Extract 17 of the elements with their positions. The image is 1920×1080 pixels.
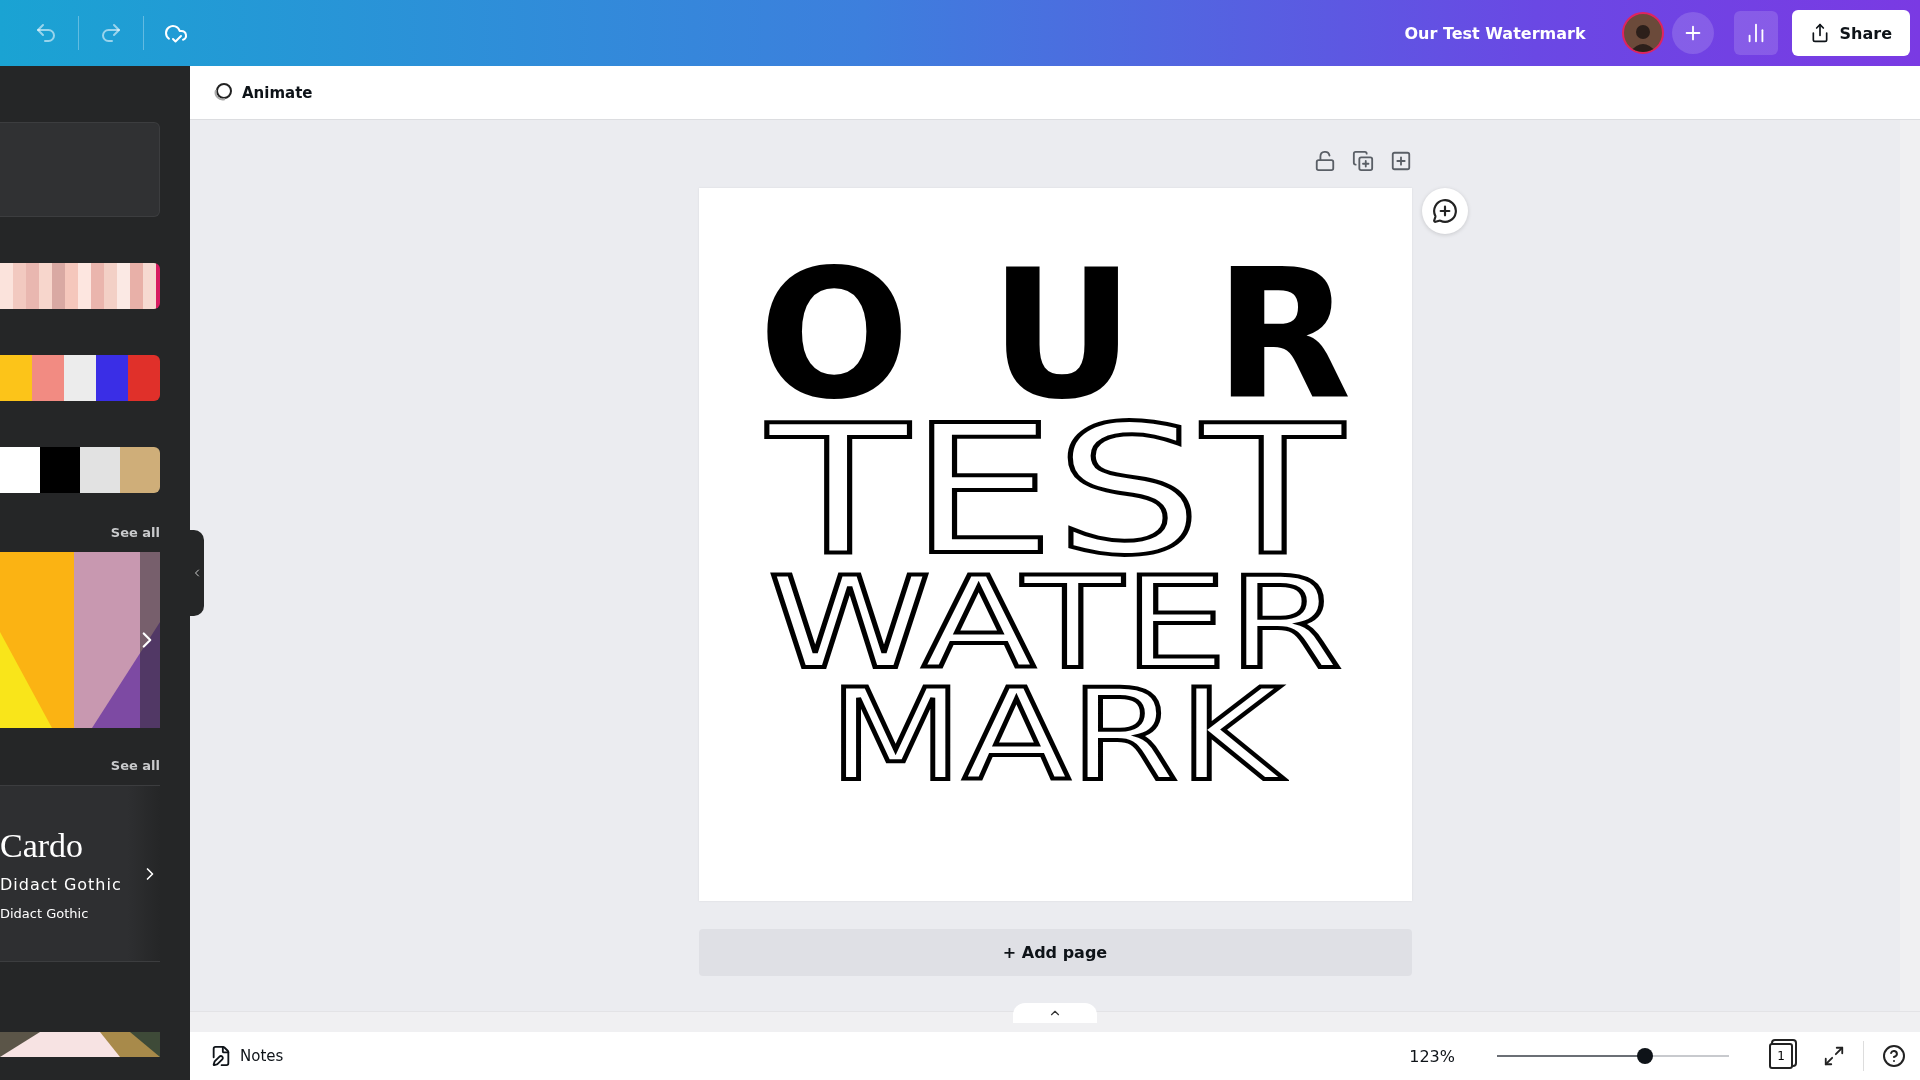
design-page[interactable]: OUR TEST WATER MARK [698,188,1412,901]
design-text: MARK [821,678,1289,791]
zoom-level[interactable]: 123% [1409,1046,1455,1066]
add-page-button[interactable]: + Add page [698,929,1412,976]
font-card[interactable]: Cardo Didact Gothic Didact Gothic [0,785,160,962]
notes-button[interactable]: Notes [206,1039,288,1073]
design-text: TEST [759,411,1351,568]
animate-button[interactable]: Animate [206,74,317,111]
see-all-link[interactable]: See all [110,758,160,773]
design-text: OUR [757,256,1412,412]
share-button[interactable]: Share [1791,10,1910,56]
design-text: WATER [767,567,1343,679]
document-title[interactable]: Our Test Watermark [1404,23,1586,43]
font-body: Didact Gothic [0,905,89,921]
font-heading: Cardo [0,826,85,865]
font-subheading: Didact Gothic [0,874,122,894]
see-all-link[interactable]: See all [110,525,160,540]
